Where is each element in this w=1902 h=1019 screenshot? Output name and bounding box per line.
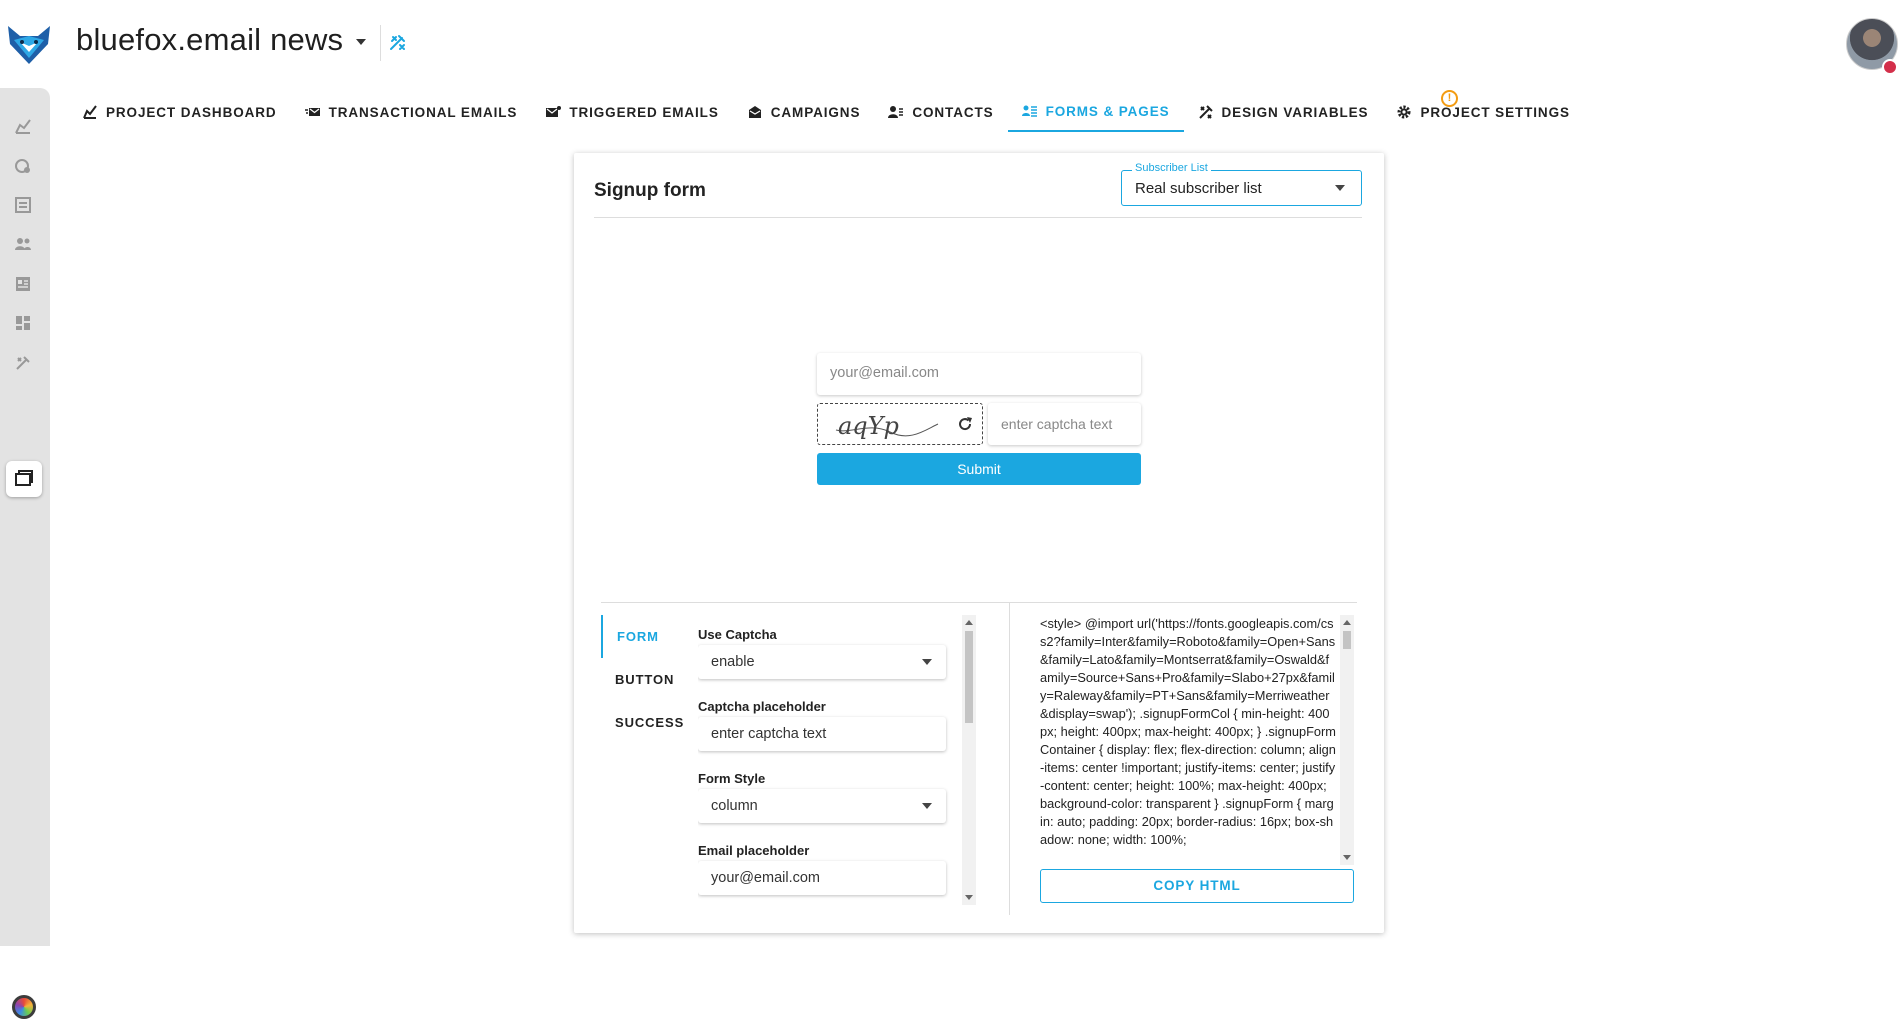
bluefox-logo[interactable] <box>4 18 54 68</box>
tab-label: DESIGN VARIABLES <box>1221 104 1369 120</box>
chevron-down-icon <box>922 659 932 665</box>
preview-email-input[interactable]: your@email.com <box>817 353 1141 395</box>
rail-pages-icon[interactable] <box>6 461 42 497</box>
chart-icon <box>83 105 97 119</box>
form-settings-panel: Use Captcha enable Captcha placeholder e… <box>698 619 950 909</box>
rail-dashboard-grid-icon[interactable] <box>12 312 34 334</box>
form-style-select[interactable]: column <box>698 789 946 823</box>
chevron-down-icon <box>922 803 932 809</box>
forms-icon <box>1021 105 1037 117</box>
editor-tab-button[interactable]: BUTTON <box>601 658 681 701</box>
rail-list-icon[interactable] <box>12 194 34 216</box>
tab-label: FORMS & PAGES <box>1045 103 1170 119</box>
tab-label: PROJECT SETTINGS <box>1420 104 1570 120</box>
design-tools-icon <box>1198 105 1213 119</box>
contacts-icon <box>888 106 904 118</box>
app-header: bluefox.email news <box>0 0 1902 88</box>
scroll-down-icon[interactable] <box>965 895 973 900</box>
scrollbar-thumb[interactable] <box>1343 631 1351 649</box>
use-captcha-value: enable <box>711 654 755 670</box>
chevron-down-icon <box>1335 185 1345 191</box>
project-tabs: PROJECT DASHBOARD TRANSACTIONAL EMAILS T… <box>68 92 1584 132</box>
design-tools-icon[interactable] <box>388 33 408 53</box>
tab-contacts[interactable]: CONTACTS <box>874 92 1007 132</box>
editor-section-tabs: FORM BUTTON SUCCESS <box>601 615 683 744</box>
subscriber-list-label: Subscriber List <box>1132 162 1211 174</box>
email-placeholder-input[interactable]: your@email.com <box>698 861 946 895</box>
tab-forms-pages[interactable]: FORMS & PAGES <box>1007 92 1184 132</box>
tab-design-variables[interactable]: DESIGN VARIABLES <box>1184 92 1383 132</box>
editor-divider <box>601 602 1357 603</box>
tab-transactional-emails[interactable]: TRANSACTIONAL EMAILS <box>291 92 532 132</box>
gear-icon <box>1397 105 1411 119</box>
refresh-icon[interactable] <box>956 415 974 433</box>
avatar-status-badge <box>1882 59 1898 75</box>
card-divider <box>594 217 1362 218</box>
settings-scrollbar[interactable] <box>962 615 976 905</box>
subscriber-list-value: Real subscriber list <box>1135 180 1262 197</box>
editor-tab-success[interactable]: SUCCESS <box>601 701 683 744</box>
captcha-image: aqYp <box>835 412 939 440</box>
rail-contacts-icon[interactable] <box>12 233 34 255</box>
rail-dashboard-icon[interactable] <box>12 115 34 137</box>
captcha-text: aqYp <box>838 412 899 440</box>
email-placeholder-label: Email placeholder <box>698 843 810 858</box>
tab-triggered-emails[interactable]: TRIGGERED EMAILS <box>531 92 732 132</box>
code-scrollbar[interactable] <box>1340 615 1354 865</box>
settings-warning-icon: ! <box>1441 90 1458 107</box>
campaign-mail-icon <box>748 106 761 118</box>
rail-forms-icon[interactable] <box>12 273 34 295</box>
tab-label: PROJECT DASHBOARD <box>106 104 277 120</box>
scrollbar-thumb[interactable] <box>965 631 973 723</box>
signup-form-card: Signup form Subscriber List Real subscri… <box>574 153 1384 933</box>
captcha-placeholder-label: Captcha placeholder <box>698 699 826 714</box>
preview-captcha-placeholder: enter captcha text <box>1001 416 1113 432</box>
use-captcha-select[interactable]: enable <box>698 645 946 679</box>
form-style-value: column <box>711 798 758 814</box>
html-code-output[interactable]: <style> @import url('https://fonts.googl… <box>1040 615 1336 861</box>
tab-project-settings[interactable]: PROJECT SETTINGS <box>1382 92 1583 132</box>
tab-project-dashboard[interactable]: PROJECT DASHBOARD <box>68 92 291 132</box>
workspace-switcher-icon[interactable] <box>12 995 36 1019</box>
form-style-label: Form Style <box>698 771 766 786</box>
project-title: bluefox.email news <box>76 22 344 57</box>
captcha-placeholder-value: enter captcha text <box>711 726 827 742</box>
mail-fast-icon <box>304 108 320 116</box>
editor-vertical-divider <box>1009 603 1010 915</box>
left-navigation-rail <box>0 88 50 1019</box>
tab-label: CONTACTS <box>912 104 994 120</box>
preview-submit-button[interactable]: Submit <box>817 453 1141 485</box>
email-placeholder-value: your@email.com <box>711 870 820 886</box>
preview-captcha-input[interactable]: enter captcha text <box>988 403 1141 445</box>
scroll-down-icon[interactable] <box>1343 855 1351 860</box>
preview-captcha-image: aqYp <box>817 403 983 445</box>
tab-campaigns[interactable]: CAMPAIGNS <box>733 92 875 132</box>
preview-email-placeholder: your@email.com <box>830 365 939 381</box>
title-divider <box>380 25 381 61</box>
use-captcha-label: Use Captcha <box>698 627 777 642</box>
rail-transactional-icon[interactable] <box>12 155 34 177</box>
tab-label: TRANSACTIONAL EMAILS <box>328 104 518 120</box>
subscriber-list-select[interactable]: Subscriber List Real subscriber list <box>1121 162 1362 206</box>
card-title: Signup form <box>594 180 706 201</box>
captcha-placeholder-input[interactable]: enter captcha text <box>698 717 946 751</box>
scroll-up-icon[interactable] <box>965 620 973 625</box>
tab-label: CAMPAIGNS <box>770 104 861 120</box>
tab-label: TRIGGERED EMAILS <box>569 104 719 120</box>
project-switcher-caret-icon[interactable] <box>356 39 366 45</box>
editor-tab-form[interactable]: FORM <box>601 615 681 658</box>
copy-html-button[interactable]: COPY HTML <box>1040 869 1354 903</box>
rail-design-tools-icon[interactable] <box>12 352 34 374</box>
scroll-up-icon[interactable] <box>1343 620 1351 625</box>
mail-trigger-icon <box>546 106 562 117</box>
